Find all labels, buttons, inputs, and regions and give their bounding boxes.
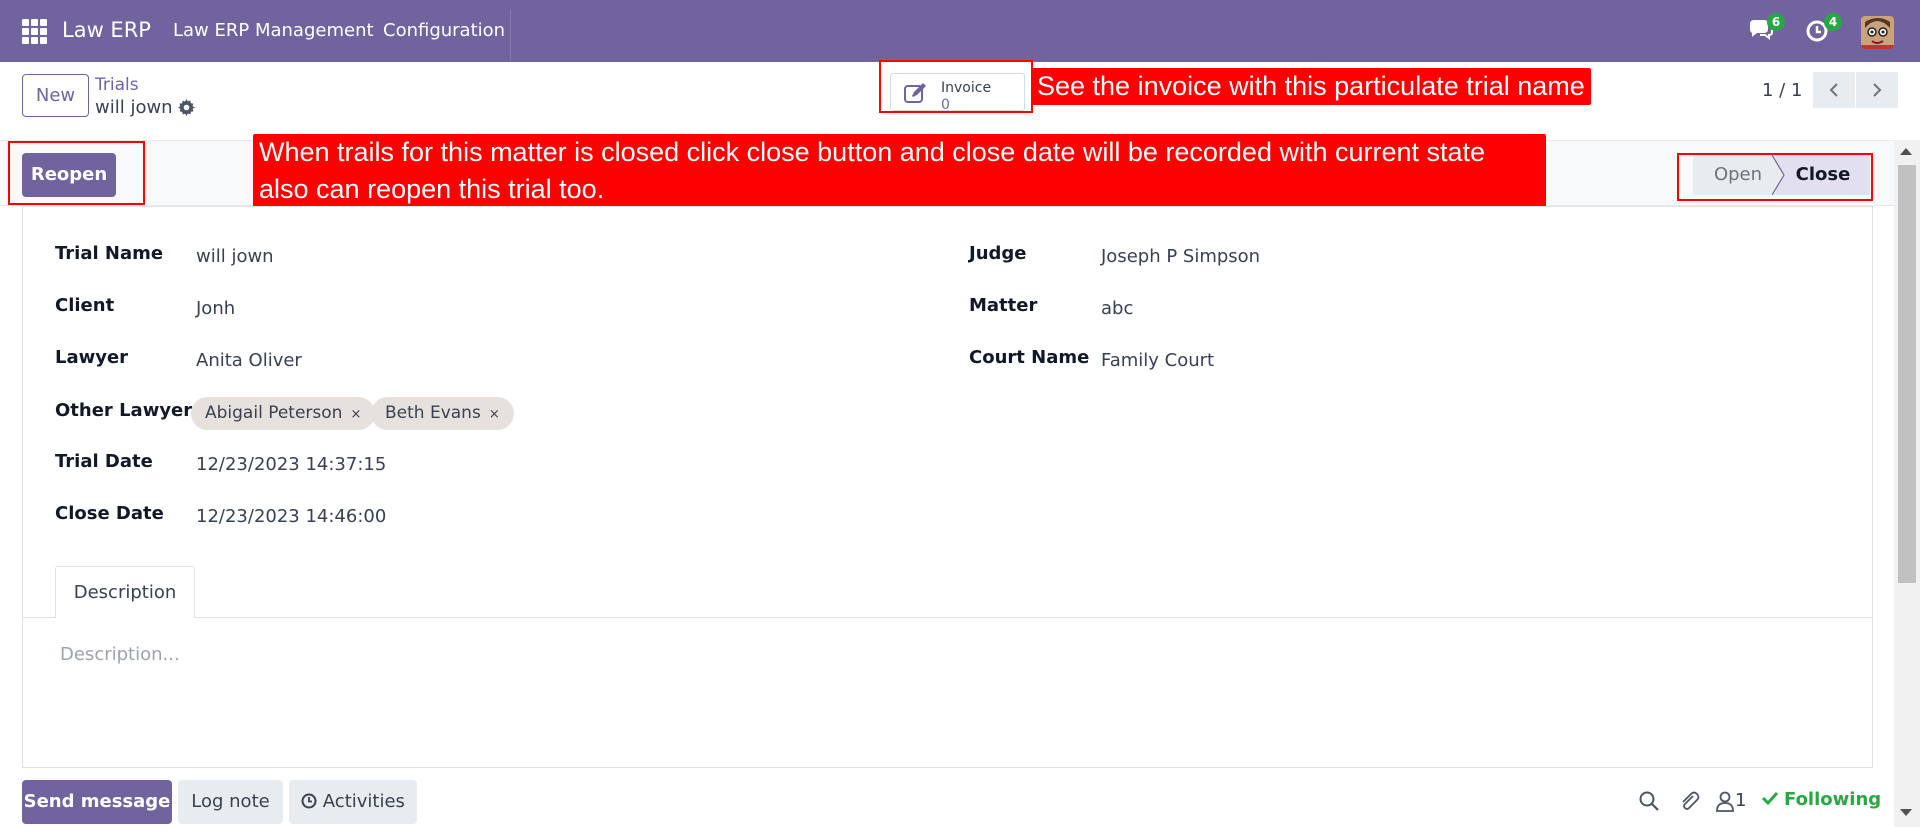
field-lawyer[interactable]: Anita Oliver	[196, 350, 302, 371]
label-client: Client	[55, 295, 115, 316]
tag-other-lawyer[interactable]: Abigail Peterson ×	[191, 397, 376, 430]
followers-user-icon[interactable]	[1714, 790, 1736, 812]
description-input[interactable]: Description...	[60, 644, 180, 665]
activities-badge: 4	[1824, 13, 1842, 31]
annotation-frame-stages	[1677, 153, 1873, 201]
messages-icon[interactable]: 6	[1746, 13, 1785, 46]
check-icon	[1761, 791, 1779, 806]
tag-remove-icon[interactable]: ×	[489, 407, 500, 422]
label-close-date: Close Date	[55, 503, 164, 524]
breadcrumb-trials[interactable]: Trials	[95, 75, 139, 95]
label-judge: Judge	[969, 243, 1027, 264]
tag-other-lawyer[interactable]: Beth Evans ×	[371, 397, 514, 430]
menu-law-erp-management[interactable]: Law ERP Management	[173, 20, 374, 41]
label-matter: Matter	[969, 295, 1038, 316]
pager-previous-button[interactable]	[1813, 72, 1855, 108]
scroll-down-arrow-icon[interactable]	[1900, 809, 1912, 816]
tag-label: Beth Evans	[385, 403, 481, 423]
field-trial-name[interactable]: will jown	[196, 246, 274, 267]
following-label: Following	[1784, 789, 1882, 810]
label-trial-date: Trial Date	[55, 451, 153, 472]
top-navbar: Law ERP Law ERP Management Configuration…	[0, 0, 1920, 62]
messages-badge: 6	[1767, 13, 1785, 31]
label-lawyer: Lawyer	[55, 347, 129, 368]
send-message-button[interactable]: Send message	[22, 780, 172, 824]
chevron-left-icon	[1829, 83, 1838, 97]
app-brand[interactable]: Law ERP	[62, 18, 151, 42]
field-judge[interactable]: Joseph P Simpson	[1101, 246, 1260, 267]
label-other-lawyer: Other Lawyer	[55, 400, 193, 421]
annotation-close-line1: When trails for this matter is closed cl…	[259, 137, 1486, 167]
form-sheet	[22, 206, 1873, 768]
tag-label: Abigail Peterson	[205, 403, 343, 423]
field-court-name[interactable]: Family Court	[1101, 350, 1214, 371]
activities-label: Activities	[322, 791, 405, 812]
menu-configuration[interactable]: Configuration	[383, 20, 505, 41]
annotation-close-callout: When trails for this matter is closed cl…	[253, 134, 1546, 208]
field-close-date[interactable]: 12/23/2023 14:46:00	[196, 506, 386, 527]
navbar-divider	[510, 10, 511, 60]
log-note-button[interactable]: Log note	[178, 780, 283, 824]
annotation-close-line2: also can reopen this trial too.	[259, 174, 605, 204]
breadcrumb-current-record: will jown	[95, 97, 173, 118]
tag-remove-icon[interactable]: ×	[350, 407, 361, 422]
app-grid-icon[interactable]	[22, 19, 47, 44]
following-button[interactable]: Following	[1761, 789, 1882, 810]
paperclip-icon[interactable]	[1678, 790, 1700, 812]
search-icon[interactable]	[1638, 790, 1660, 812]
label-court-name: Court Name	[969, 347, 1090, 368]
chevron-right-icon	[1873, 83, 1882, 97]
tab-divider	[23, 617, 1872, 618]
new-button[interactable]: New	[22, 74, 89, 117]
user-avatar[interactable]	[1861, 16, 1894, 49]
field-trial-date[interactable]: 12/23/2023 14:37:15	[196, 454, 386, 475]
label-trial-name: Trial Name	[55, 243, 164, 264]
clock-icon	[301, 793, 317, 809]
gear-icon[interactable]	[178, 99, 195, 116]
followers-count[interactable]: 1	[1735, 790, 1746, 811]
field-matter[interactable]: abc	[1101, 298, 1133, 319]
annotation-invoice-callout: See the invoice with this particulate tr…	[1031, 68, 1591, 105]
scroll-up-arrow-icon[interactable]	[1900, 148, 1912, 155]
field-client[interactable]: Jonh	[196, 298, 235, 319]
pager-next-button[interactable]	[1856, 72, 1898, 108]
scrollbar-thumb[interactable]	[1898, 165, 1916, 583]
activities-clock-icon[interactable]: 4	[1803, 13, 1842, 46]
tab-description[interactable]: Description	[55, 566, 195, 618]
annotation-frame-invoice	[879, 60, 1033, 113]
activities-button[interactable]: Activities	[289, 780, 417, 824]
annotation-frame-reopen	[8, 141, 145, 205]
pager-value[interactable]: 1 / 1	[1762, 80, 1802, 101]
